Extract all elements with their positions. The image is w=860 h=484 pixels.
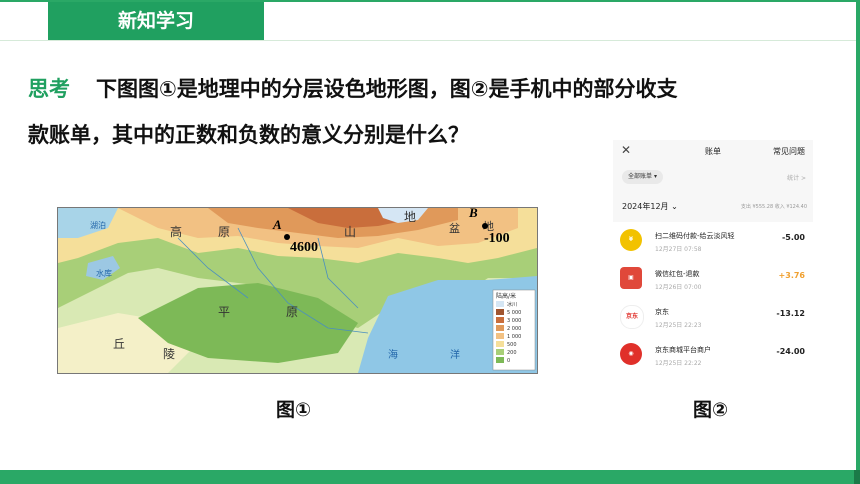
label-sea-1: 海 [388,348,398,361]
legend-item: 0 [507,358,510,364]
transaction-name: 京东商城平台商户 [655,346,711,354]
label-plain-2: 原 [286,305,298,319]
transaction-list: ¥ 扫二维码付款-给云淡风轻 12月27日 07:58 -5.00 ▣ 微信红包… [613,222,813,380]
transaction-row[interactable]: ◉ 京东商城平台商户 12月25日 22:22 -24.00 [613,336,813,374]
jd-logo-icon: 京东 [620,305,644,329]
figure-2-caption: 图② [693,399,729,421]
jd-store-icon: ◉ [620,343,642,365]
label-basin-1: 地 [404,210,416,224]
transaction-time: 12月26日 07:00 [655,284,702,291]
label-hills-1: 丘 [113,337,125,351]
legend-item: 200 [507,350,517,356]
transaction-amount: +3.76 [778,271,805,280]
transaction-amount: -24.00 [776,347,805,356]
legend-item: 5 000 [507,310,521,316]
question-line-1: 下图图①是地理中的分层设色地形图，图②是手机中的部分收支 [96,77,678,101]
point-b-marker [482,223,488,229]
month-selector[interactable]: 2024年12月 ⌄ [622,201,678,212]
transaction-row[interactable]: ¥ 扫二维码付款-给云淡风轻 12月27日 07:58 -5.00 [613,222,813,260]
label-lake: 湖泊 [90,220,106,230]
label-basin-2: 盆 [449,221,460,235]
label-plain-1: 平 [218,305,230,319]
transaction-name: 微信红包-退款 [655,270,700,278]
legend-item: 2 000 [507,326,521,332]
faq-link[interactable]: 常见问题 [773,146,805,157]
map-legend: 陆高/米 冰川 5 000 3 000 2 000 1 000 500 200 … [492,289,536,371]
label-hills-2: 陵 [163,347,175,361]
legend-item: 冰川 [507,301,517,308]
transaction-amount: -13.12 [776,309,805,318]
legend-item: 1 000 [507,334,521,340]
money-bag-icon: ¥ [620,229,642,251]
transaction-time: 12月27日 07:58 [655,246,702,253]
transaction-amount: -5.00 [781,233,805,242]
point-a-label: A [272,217,282,232]
section-tag: 新知学习 [48,2,264,40]
chevron-down-icon: ⌄ [671,202,678,211]
bill-header: ✕ 账单 常见问题 [613,140,813,162]
legend-item: 500 [507,342,517,348]
topographic-map-svg: 高 原 山 地 盆 地 平 原 丘 陵 海 洋 湖泊 水库 A 4600 B -… [58,208,537,373]
label-plateau-1: 高 [170,224,182,239]
label-sea-2: 洋 [450,348,460,361]
transaction-name: 扫二维码付款-给云淡风轻 [655,232,735,240]
chevron-down-icon: ▾ [653,173,657,180]
legend-title: 陆高/米 [496,292,516,300]
point-b-value: -100 [484,231,510,246]
label-mountain: 山 [344,225,356,239]
right-accent-bar [856,0,860,470]
bottom-bar-end [854,470,860,484]
stats-link[interactable]: 统计 > [787,173,806,182]
month-summary: 支出 ¥555.28 收入 ¥124.40 [740,204,807,210]
month-label: 2024年12月 [622,202,669,211]
legend-item: 3 000 [507,318,521,324]
transaction-row[interactable]: 京东 京东 12月25日 22:23 -13.12 [613,298,813,336]
bill-filter-button[interactable]: 全部账单 ▾ [622,170,663,184]
bottom-accent-bar [0,470,860,484]
figure-1-caption: 图① [276,399,312,421]
topographic-map: 高 原 山 地 盆 地 平 原 丘 陵 海 洋 湖泊 水库 A 4600 B -… [57,207,538,374]
bill-screenshot: ✕ 账单 常见问题 全部账单 ▾ 统计 > 2024年12月 ⌄ 支出 ¥555… [613,140,813,380]
label-plateau-2: 原 [218,225,230,239]
transaction-name: 京东 [655,308,669,316]
transaction-row[interactable]: ▣ 微信红包-退款 12月26日 07:00 +3.76 [613,260,813,298]
transaction-time: 12月25日 22:22 [655,360,702,367]
point-a-value: 4600 [290,240,318,255]
label-reservoir: 水库 [96,268,112,278]
point-b-label: B [468,208,478,220]
transaction-time: 12月25日 22:23 [655,322,702,329]
question-keyword: 思考 [28,77,70,101]
red-envelope-icon: ▣ [620,267,642,289]
bill-filter-label: 全部账单 [628,173,653,180]
header-divider [0,40,860,41]
